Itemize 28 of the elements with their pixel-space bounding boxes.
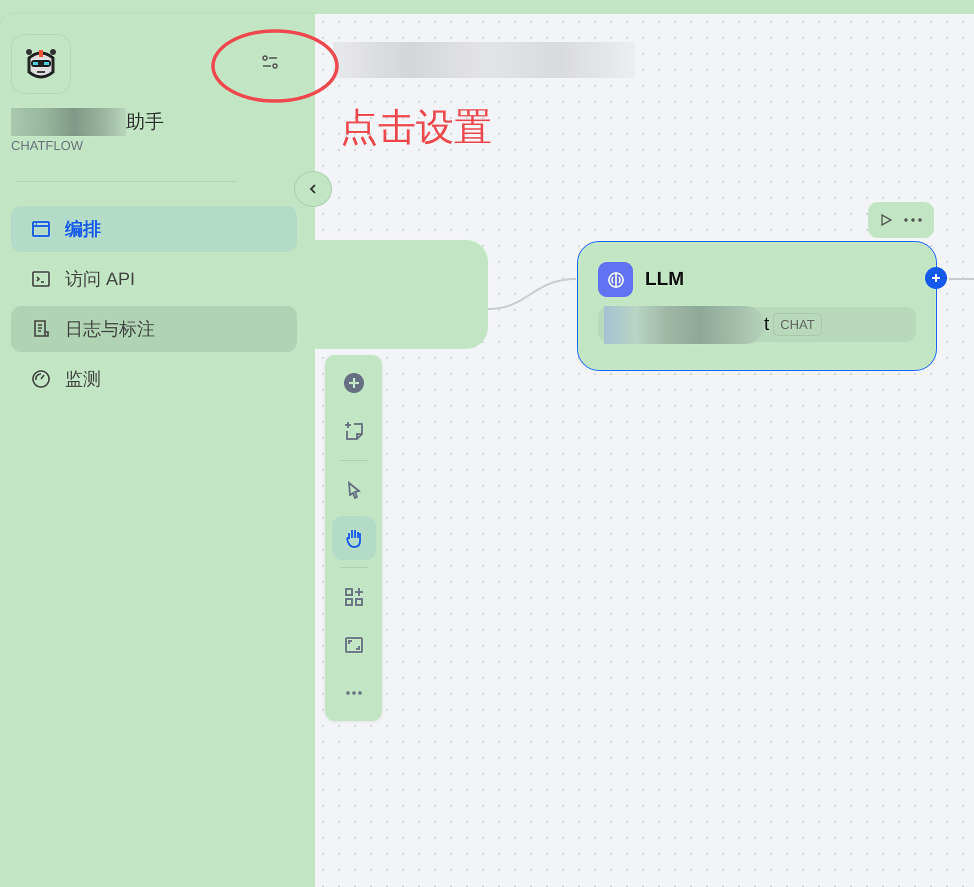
add-node-icon[interactable] xyxy=(925,267,947,289)
more-icon[interactable] xyxy=(903,217,923,223)
annotation-text: 点击设置 xyxy=(340,106,492,151)
more-icon xyxy=(346,691,362,695)
model-badge: CHAT xyxy=(773,313,822,336)
sidebar-item[interactable]: 监测 xyxy=(11,356,297,402)
sidebar-item[interactable]: 访问 API xyxy=(11,256,297,302)
connector-line xyxy=(949,277,974,281)
model-name: t xyxy=(764,314,770,336)
node-title: LLM xyxy=(645,268,684,290)
document-icon xyxy=(31,319,51,339)
robot-avatar-icon xyxy=(11,34,71,94)
toolbar-tool[interactable] xyxy=(332,516,376,560)
sticky-note-icon xyxy=(342,420,364,442)
app-name: 助手 xyxy=(126,111,164,135)
window-icon xyxy=(31,219,51,239)
sidebar-item[interactable]: 编排 xyxy=(11,206,297,252)
grid-plus-icon xyxy=(342,586,364,608)
llm-node[interactable]: LLM t CHAT xyxy=(577,241,937,371)
run-icon[interactable] xyxy=(879,213,893,227)
brain-icon xyxy=(598,262,633,297)
gauge-icon xyxy=(31,369,51,389)
app-type: CHATFLOW xyxy=(11,138,84,153)
sidebar-item[interactable]: 日志与标注 xyxy=(11,306,297,352)
fit-view-icon xyxy=(342,634,364,656)
add-icon xyxy=(342,372,364,394)
workflow-node[interactable] xyxy=(315,240,488,349)
terminal-icon xyxy=(31,269,51,289)
